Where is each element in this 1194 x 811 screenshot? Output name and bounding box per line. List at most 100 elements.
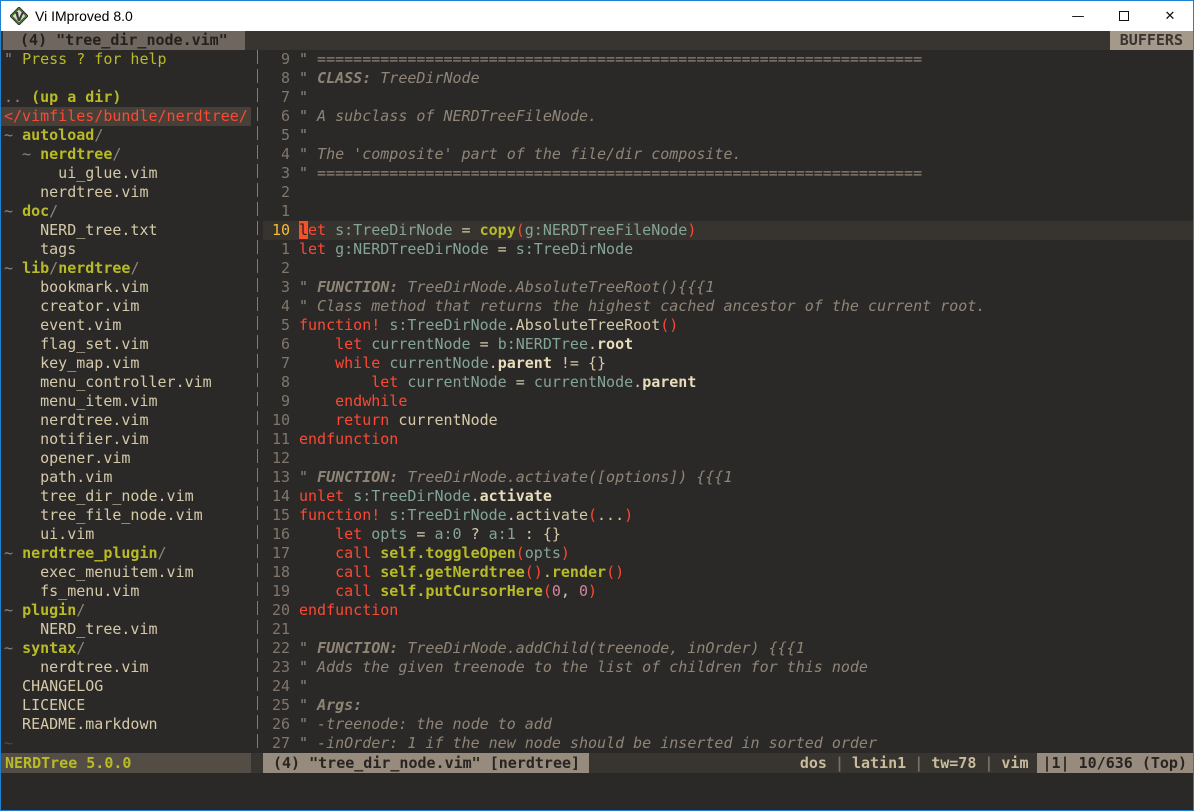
tree-file[interactable]: nerdtree.vim [4,411,251,430]
line-number: 22 [263,639,290,658]
window-title: Vi IMproved 8.0 [35,8,133,24]
tree-file[interactable]: NERD_tree.vim [4,620,251,639]
code-line[interactable]: 25" Args: [263,696,1193,715]
code-line[interactable]: 24" [263,677,1193,696]
tree-file[interactable]: bookmark.vim [4,278,251,297]
text-cursor: l [299,221,308,239]
tree-file[interactable]: path.vim [4,468,251,487]
code-line[interactable]: 22" FUNCTION: TreeDirNode.addChild(treen… [263,639,1193,658]
tree-file[interactable]: ui_glue.vim [4,164,251,183]
minimize-button[interactable]: — [1055,1,1101,31]
code-line[interactable]: 4" The 'composite' part of the file/dir … [263,145,1193,164]
line-number: 3 [263,278,290,297]
editor-panel[interactable]: 9" =====================================… [263,50,1193,753]
code-line[interactable]: 12 [263,449,1193,468]
tree-file[interactable]: fs_menu.vim [4,582,251,601]
line-number: 27 [263,734,290,753]
code-line[interactable]: 2 [263,183,1193,202]
tree-file[interactable]: event.vim [4,316,251,335]
line-number: 12 [263,449,290,468]
tree-file[interactable]: nerdtree.vim [4,658,251,677]
code-line[interactable]: 17 call self.toggleOpen(opts) [263,544,1193,563]
tree-file[interactable]: menu_item.vim [4,392,251,411]
tree-file[interactable]: tags [4,240,251,259]
window-split-separator[interactable] [251,50,263,753]
command-line[interactable] [1,773,1193,810]
code-line[interactable]: 8 let currentNode = currentNode.parent [263,373,1193,392]
code-line[interactable]: 26" -treenode: the node to add [263,715,1193,734]
code-line[interactable]: 13" FUNCTION: TreeDirNode.activate([opti… [263,468,1193,487]
line-number: 7 [263,88,290,107]
tree-dir-doc[interactable]: ~ doc/ [4,202,251,221]
code-line[interactable]: 16 let opts = a:0 ? a:1 : {} [263,525,1193,544]
main-content: " Press ? for help .. (up a dir)</vimfile… [1,50,1193,753]
tree-root[interactable]: </vimfiles/bundle/nerdtree/ [1,107,251,126]
maximize-button[interactable] [1101,1,1147,31]
tree-dir-syntax[interactable]: ~ syntax/ [4,639,251,658]
statusline-item: tw=78 [931,754,976,772]
line-number: 6 [263,107,290,126]
tree-dir-nerdtree-plugin[interactable]: ~ nerdtree_plugin/ [4,544,251,563]
tree-empty-tilde[interactable]: ~ [4,734,251,753]
tree-file[interactable]: flag_set.vim [4,335,251,354]
code-line[interactable]: 1let g:NERDTreeDirNode = s:TreeDirNode [263,240,1193,259]
code-line[interactable]: 5" [263,126,1193,145]
code-line[interactable]: 20endfunction [263,601,1193,620]
tree-help-line[interactable]: " Press ? for help [4,50,251,69]
code-line[interactable]: 15function! s:TreeDirNode.activate(...) [263,506,1193,525]
code-line[interactable]: 27" -inOrder: 1 if the new node should b… [263,734,1193,753]
tab-active-buffer[interactable]: (4) "tree_dir_node.vim" [3,31,245,50]
code-line[interactable]: 2 [263,259,1193,278]
code-line[interactable]: 1 [263,202,1193,221]
tree-file[interactable]: key_map.vim [4,354,251,373]
tree-file[interactable]: LICENCE [4,696,251,715]
tree-file[interactable]: exec_menuitem.vim [4,563,251,582]
tree-file[interactable]: nerdtree.vim [4,183,251,202]
tree-file[interactable]: menu_controller.vim [4,373,251,392]
statusline: NERDTree 5.0.0 (4) "tree_dir_node.vim" [… [1,753,1193,773]
tree-file[interactable]: creator.vim [4,297,251,316]
line-number: 19 [263,582,290,601]
tree-file[interactable]: tree_dir_node.vim [4,487,251,506]
code-line[interactable]: 6" A subclass of NERDTreeFileNode. [263,107,1193,126]
code-line[interactable]: 23" Adds the given treenode to the list … [263,658,1193,677]
code-line[interactable]: 7 while currentNode.parent != {} [263,354,1193,373]
code-line[interactable]: 4" Class method that returns the highest… [263,297,1193,316]
code-line[interactable]: 9 endwhile [263,392,1193,411]
code-line[interactable]: 11endfunction [263,430,1193,449]
code-line[interactable]: 6 let currentNode = b:NERDTree.root [263,335,1193,354]
tree-blank-line[interactable] [4,69,251,88]
code-line[interactable]: 18 call self.getNerdtree().render() [263,563,1193,582]
tree-item-up-a-dir[interactable]: .. (up a dir) [4,88,251,107]
tree-file[interactable]: opener.vim [4,449,251,468]
code-line[interactable]: 21 [263,620,1193,639]
code-line[interactable]: 3" =====================================… [263,164,1193,183]
tree-dir-plugin[interactable]: ~ plugin/ [4,601,251,620]
line-number: 4 [263,297,290,316]
tree-dir-nerdtree[interactable]: ~ nerdtree/ [4,145,251,164]
code-line[interactable]: 19 call self.putCursorHere(0, 0) [263,582,1193,601]
code-line[interactable]: 10 return currentNode [263,411,1193,430]
line-number: 1 [263,240,290,259]
code-line[interactable]: 3" FUNCTION: TreeDirNode.AbsoluteTreeRoo… [263,278,1193,297]
line-number: 5 [263,316,290,335]
line-number: 24 [263,677,290,696]
code-line-current[interactable]: 10let s:TreeDirNode = copy(g:NERDTreeFil… [263,221,1193,240]
tree-file[interactable]: README.markdown [4,715,251,734]
code-line[interactable]: 7" [263,88,1193,107]
tree-file[interactable]: CHANGELOG [4,677,251,696]
statusline-position-badge: |1| 10/636 (Top) [1037,753,1194,773]
code-line[interactable]: 8" CLASS: TreeDirNode [263,69,1193,88]
tree-file[interactable]: ui.vim [4,525,251,544]
code-line[interactable]: 14unlet s:TreeDirNode.activate [263,487,1193,506]
tree-dir-autoload[interactable]: ~ autoload/ [4,126,251,145]
code-line[interactable]: 5function! s:TreeDirNode.AbsoluteTreeRoo… [263,316,1193,335]
tree-file[interactable]: tree_file_node.vim [4,506,251,525]
tree-file[interactable]: notifier.vim [4,430,251,449]
tabline: (4) "tree_dir_node.vim" BUFFERS [1,31,1193,50]
tree-dir-lib-nerdtree[interactable]: ~ lib/nerdtree/ [4,259,251,278]
close-button[interactable]: ✕ [1147,1,1193,31]
line-number: 5 [263,126,290,145]
tree-file[interactable]: NERD_tree.txt [4,221,251,240]
code-line[interactable]: 9" =====================================… [263,50,1193,69]
